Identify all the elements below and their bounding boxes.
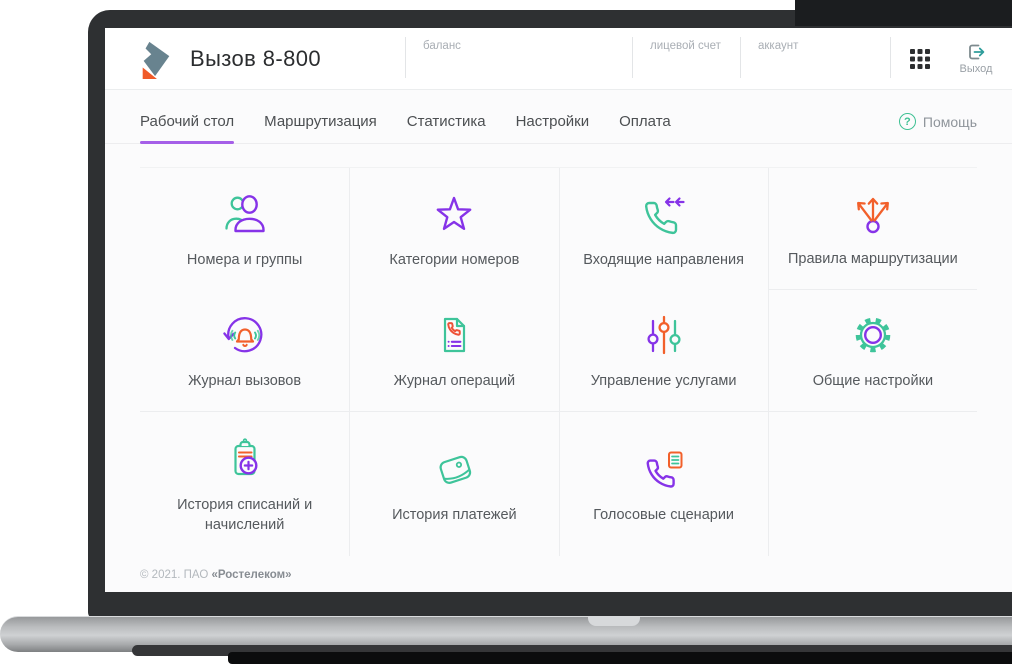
tile-number-categories[interactable]: Категории номеров	[349, 168, 558, 290]
tile-label: Голосовые сценарии	[593, 506, 735, 523]
tile-label: Журнал операций	[393, 373, 516, 390]
tile-label: Номера и группы	[186, 251, 303, 268]
tile-label: Категории номеров	[389, 251, 520, 268]
tile-label: Общие настройки	[812, 373, 934, 390]
voice-script-icon	[639, 443, 689, 495]
laptop-lid-strip	[795, 0, 1012, 26]
balance-label: баланс	[423, 40, 461, 52]
tile-voice-scenarios[interactable]: Голосовые сценарии	[558, 412, 768, 556]
app-title: Вызов 8-800	[190, 45, 322, 71]
logout-button[interactable]: Выход	[959, 42, 993, 75]
tile-operations-log[interactable]: Журнал операций	[349, 290, 559, 412]
laptop-screen: Вызов 8-800 баланс лицевой счет аккаунт	[105, 28, 1012, 592]
nav-tabs: Рабочий стол Маршрутизация Статистика На…	[140, 100, 671, 144]
tile-label: Управление услугами	[590, 373, 737, 390]
laptop-hinge-notch	[588, 617, 640, 626]
personal-account-label: лицевой счет	[650, 40, 721, 52]
star-icon	[429, 188, 479, 240]
tile-label: Правила маршрутизации	[788, 251, 958, 268]
dashboard-grid: Номера и группы Категории номеров Входящ…	[140, 167, 977, 556]
routing-arrows-icon	[848, 187, 898, 239]
tile-label: История платежей	[392, 506, 517, 523]
tile-label: Журнал вызовов	[188, 373, 302, 390]
users-icon	[220, 188, 270, 240]
bell-refresh-icon	[220, 309, 270, 361]
sliders-icon	[639, 309, 689, 361]
tile-charges-history[interactable]: История списаний и начислений	[140, 412, 349, 556]
logout-icon	[969, 44, 985, 60]
tab-desktop[interactable]: Рабочий стол	[140, 100, 235, 144]
tab-statistics[interactable]: Статистика	[407, 100, 486, 143]
wallet-icon	[429, 443, 479, 495]
header-bar: Вызов 8-800 баланс лицевой счет аккаунт	[105, 28, 1012, 90]
rostelecom-flag-icon	[142, 41, 170, 79]
laptop-mockup: Вызов 8-800 баланс лицевой счет аккаунт	[0, 0, 1012, 667]
logout-label: Выход	[959, 63, 993, 75]
tab-settings[interactable]: Настройки	[516, 100, 590, 143]
laptop-base-shadow	[228, 652, 1012, 664]
question-circle-icon: ?	[898, 113, 916, 130]
tab-routing[interactable]: Маршрутизация	[264, 100, 377, 143]
tab-payment[interactable]: Оплата	[619, 100, 671, 143]
nav-bar: Рабочий стол Маршрутизация Статистика На…	[105, 100, 1012, 144]
tile-numbers-and-groups[interactable]: Номера и группы	[140, 168, 349, 290]
tile-label: Входящие направления	[583, 251, 744, 268]
clipboard-plus-icon	[220, 433, 270, 485]
tile-label: История списаний и начислений	[177, 496, 313, 533]
call-document-icon	[429, 309, 479, 361]
tile-incoming-directions[interactable]: Входящие направления	[558, 168, 768, 290]
header-actions: Выход	[890, 28, 1012, 89]
balance-field: баланс	[405, 28, 632, 89]
tile-service-management[interactable]: Управление услугами	[558, 290, 768, 412]
app-window: Вызов 8-800 баланс лицевой счет аккаунт	[105, 28, 1012, 592]
help-link[interactable]: ? Помощь	[898, 113, 977, 130]
tile-call-log[interactable]: Журнал вызовов	[140, 290, 350, 412]
tile-empty	[767, 412, 977, 556]
apps-grid-icon[interactable]	[909, 48, 930, 69]
tile-routing-rules[interactable]: Правила маршрутизации	[767, 168, 977, 290]
personal-account-field: лицевой счет	[632, 28, 740, 89]
incoming-call-icon	[639, 188, 689, 240]
tile-payment-history[interactable]: История платежей	[349, 412, 558, 556]
help-label: Помощь	[922, 113, 977, 130]
brand: Вызов 8-800	[105, 28, 405, 89]
footer-copyright: © 2021. ПАО «Ростелеком»	[140, 569, 977, 581]
gear-icon	[848, 309, 898, 361]
tile-general-settings[interactable]: Общие настройки	[767, 290, 977, 412]
account-label: аккаунт	[758, 40, 799, 52]
copyright-text: © 2021. ПАО	[140, 569, 212, 581]
copyright-brand: «Ростелеком»	[211, 569, 292, 581]
account-field: аккаунт	[740, 28, 890, 89]
